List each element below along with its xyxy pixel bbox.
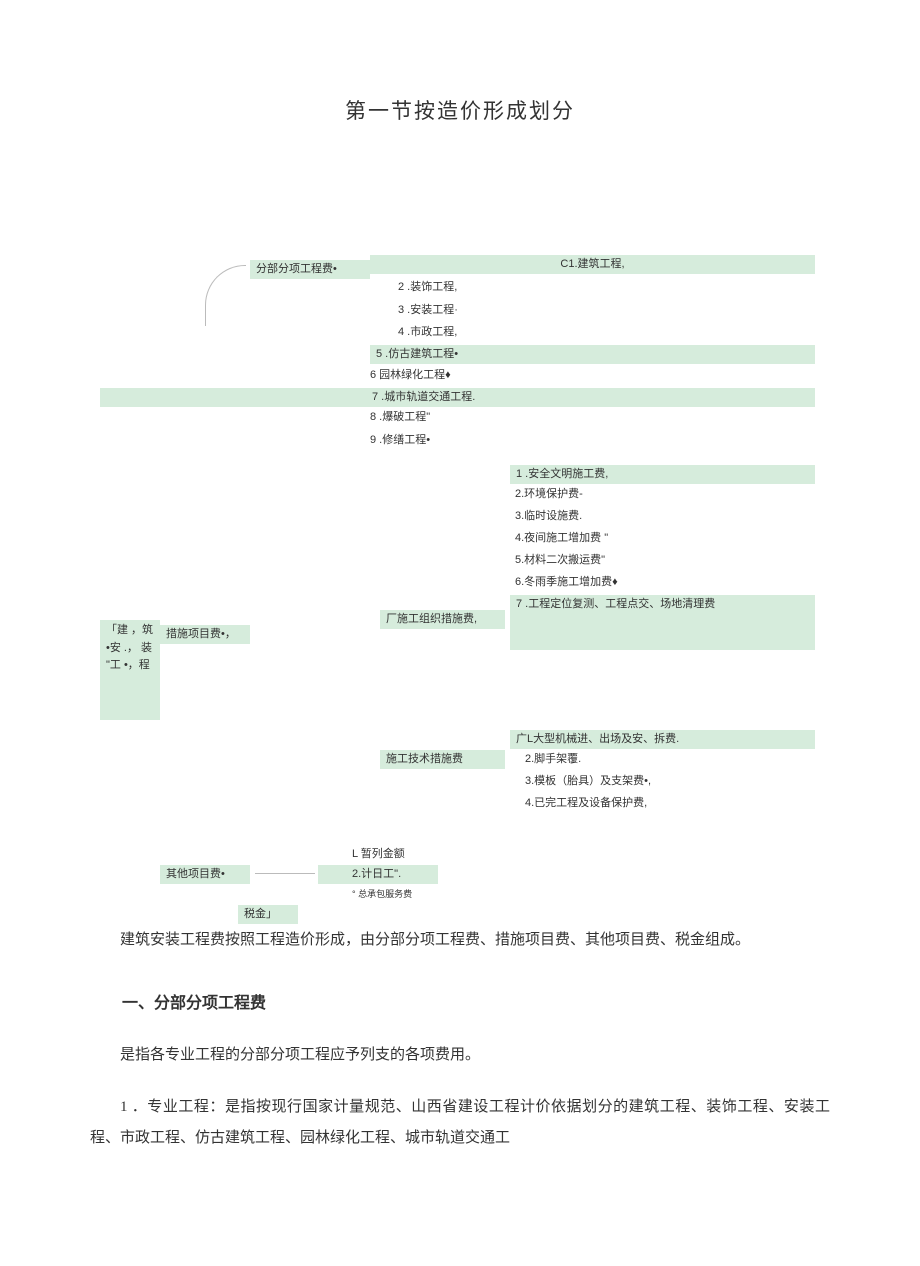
connector-arc [205,265,246,326]
fbfx-row-7: 7 .城市轨道交通工程. [100,388,815,407]
org-row-6: 6.冬雨季施工增加费♦ [515,575,618,590]
connector-line [255,873,315,874]
body-text: 建筑安装工程费按照工程造价形成，由分部分项工程费、措施项目费、其他项目费、税金组… [0,925,920,1155]
tech-row-3: 3.模板（胎具）及支架费•, [525,774,651,789]
section-title: 第一节按造价形成划分 [0,95,920,125]
other-row-1: L 暂列金额 [352,847,405,862]
fbfx-row-3: 3 .安装工程· [398,303,458,318]
node-fbfx: 分部分项工程费• [250,260,370,279]
fbfx-row-8: 8 .爆破工程" [370,410,430,425]
org-row-2: 2.环境保护费- [515,487,583,502]
page: 第一节按造价形成划分 「建 ，筑 •安 .， 装 "工 •，程 分部分项工程费•… [0,0,920,1266]
heading-1: 一、分部分项工程费 [90,987,830,1021]
fbfx-row-9: 9 .修缮工程• [370,433,430,448]
node-tax: 税金」 [238,905,298,924]
fbfx-row-5: 5 .仿古建筑工程• [370,345,815,364]
fbfx-row-6: 6 园林绿化工程♦ [370,368,451,383]
root-node: 「建 ，筑 •安 .， 装 "工 •，程 [100,620,160,720]
fbfx-row-2: 2 .装饰工程, [398,280,457,295]
diagram-area: 「建 ，筑 •安 .， 装 "工 •，程 分部分项工程费• 措施项目费•， 其他… [0,225,920,925]
paragraph-2: 是指各专业工程的分部分项工程应予列支的各项费用。 [90,1040,830,1072]
org-row-4: 4.夜间施工增加费 " [515,531,608,546]
tech-row-2: 2.脚手架覆. [525,752,581,767]
tech-row-4: 4.已完工程及设备保护费, [525,796,647,811]
org-row-1: 1 .安全文明施工费, [510,465,815,484]
other-row-2: 2.计日工". [318,865,438,884]
fbfx-row-1: C1.建筑工程, [370,255,815,274]
node-other: 其他项目费• [160,865,250,884]
other-row-3: ° 总承包服务费 [352,888,412,901]
org-row-7: 7 .工程定位复测、工程点交、场地清理费 [510,595,815,650]
paragraph-3: 1 ．专业工程：是指按现行国家计量规范、山西省建设工程计价依据划分的建筑工程、装… [90,1092,830,1155]
org-row-5: 5.材料二次搬运费" [515,553,605,568]
org-row-3: 3.临时设施费. [515,509,582,524]
tech-row-1: 广L大型机械进、出场及安、拆费. [510,730,815,749]
node-tech-measures: 施工技术措施费 [380,750,505,769]
node-csxm: 措施项目费•， [160,625,250,644]
fbfx-row-4: 4 .市政工程, [398,325,457,340]
node-org-measures: 厂施工组织措施费, [380,610,505,629]
paragraph-1: 建筑安装工程费按照工程造价形成，由分部分项工程费、措施项目费、其他项目费、税金组… [90,925,830,957]
